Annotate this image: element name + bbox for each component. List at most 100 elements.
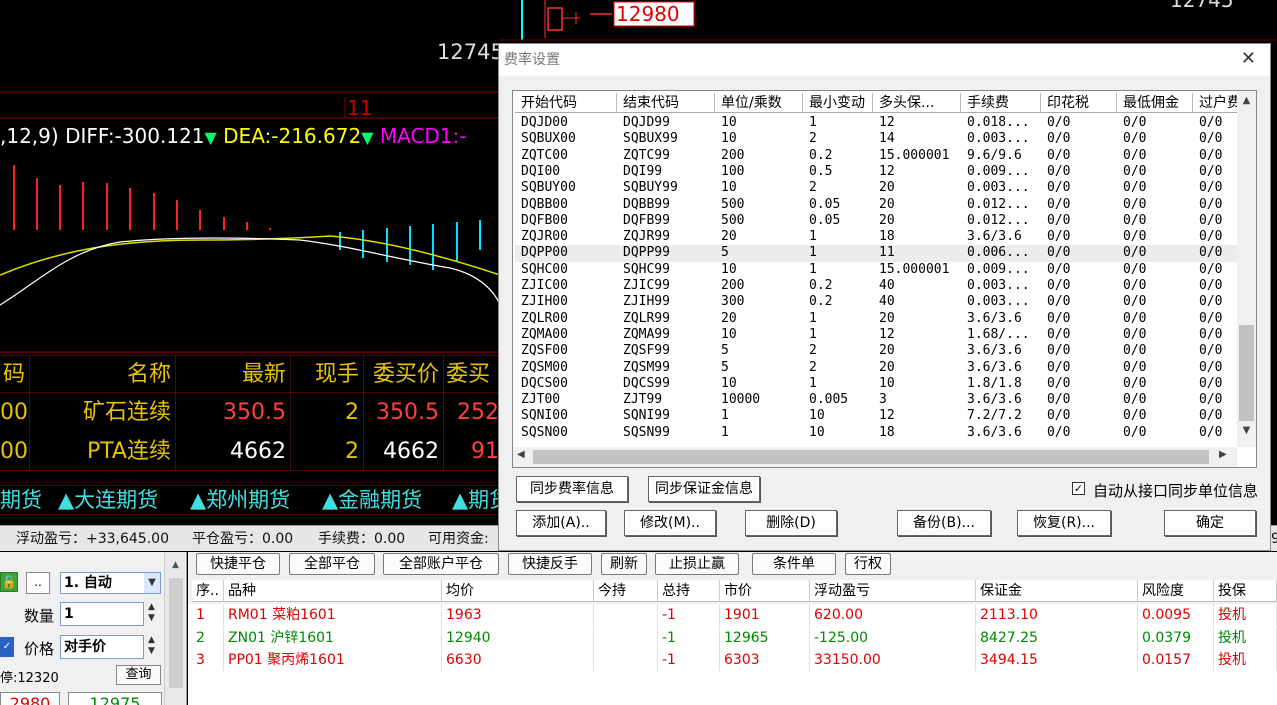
query-button[interactable]: 查询 — [116, 665, 161, 685]
grid-cell: 0/0 — [1123, 359, 1147, 375]
grid-row[interactable]: ZJIH00 ZJIH99 300 0.2 40 0.003... 0/0 0/0 0/0 — [515, 294, 1237, 310]
grid-row[interactable]: SQNI00 SQNI99 1 10 12 7.2/7.2 0/0 0/0 0/0 — [515, 408, 1237, 424]
refresh-button[interactable]: 刷新 — [601, 553, 647, 575]
position-today — [594, 626, 658, 649]
edit-button[interactable]: 修改(M).. — [624, 510, 716, 536]
grid-row[interactable]: ZQJR00 ZQJR99 20 1 18 3.6/3.6 0/0 0/0 0/0 — [515, 229, 1237, 245]
grid-cell: 0.012... — [967, 212, 1030, 228]
qty-input[interactable]: 1 — [60, 602, 144, 626]
exercise-button[interactable]: 行权 — [845, 553, 891, 575]
grid-row[interactable]: ZQTC00 ZQTC99 200 0.2 15.000001 9.6/9.6 0/0 0/0… — [515, 148, 1237, 164]
grid-col-header[interactable]: 结束代码 — [617, 93, 715, 113]
price-stepper[interactable]: ▲ ▼ — [148, 635, 162, 659]
grid-col-header[interactable]: 开始代码 — [515, 93, 617, 113]
restore-button[interactable]: 恢复(R)... — [1017, 510, 1111, 536]
grid-col-header[interactable]: 最低佣金 — [1117, 93, 1193, 113]
col-avg[interactable]: 均价 — [442, 580, 594, 602]
grid-col-header[interactable]: 手续费 — [961, 93, 1041, 113]
grid-row[interactable]: ZJT00 ZJT99 10000 0.005 3 3.6/3.6 0/0 0/0 0/0 — [515, 392, 1237, 408]
scroll-thumb[interactable] — [1239, 325, 1254, 421]
vertical-scrollbar[interactable]: ▲ ▼ — [1237, 91, 1256, 447]
col-index[interactable]: 序.. — [192, 580, 224, 602]
grid-row[interactable]: DQPP00 DQPP99 5 1 11 0.006... 0/0 0/0 0/0 — [515, 245, 1237, 262]
bid-price-button[interactable]: 2980 — [0, 692, 60, 705]
qty-stepper[interactable]: ▲ ▼ — [148, 602, 162, 626]
auto-sync-label[interactable]: 自动从接口同步单位信息 — [1093, 480, 1258, 501]
col-market[interactable]: 市价 — [720, 580, 810, 602]
ok-button[interactable]: 确定 — [1164, 510, 1256, 536]
macd-dea: DEA:-216.672 — [223, 124, 362, 148]
grid-cell: 200 — [721, 147, 745, 163]
grid-col-header[interactable]: 单位/乘数 — [715, 93, 803, 113]
col-total[interactable]: 总持 — [658, 580, 720, 602]
quick-close-button[interactable]: 快捷平仓 — [196, 553, 280, 575]
tab-financial[interactable]: ▲金融期货 — [322, 486, 422, 514]
grid-row[interactable]: ZQMA00 ZQMA99 10 1 12 1.68/... 0/0 0/0 0/0 — [515, 327, 1237, 343]
add-button[interactable]: 添加(A).. — [516, 510, 606, 536]
grid-row[interactable]: DQFB00 DQFB99 500 0.05 20 0.012... 0/0 0/0 0/0 — [515, 213, 1237, 229]
grid-row[interactable]: ZQLR00 ZQLR99 20 1 20 3.6/3.6 0/0 0/0 0/0 — [515, 311, 1237, 327]
sync-margin-button[interactable]: 同步保证金信息 — [648, 476, 760, 502]
lock-icon[interactable]: 🔓 — [0, 572, 18, 592]
panel-scrollbar[interactable]: ▲ — [164, 552, 186, 705]
quote-row[interactable]: 00 矿石连续 350.5 2 350.5 252 — [0, 394, 500, 432]
grid-col-header[interactable]: 过户费 — [1193, 93, 1243, 113]
grid-row[interactable]: SQBUX00 SQBUX99 10 2 14 0.003... 0/0 0/0 0/0 — [515, 131, 1237, 147]
auto-sync-checkbox[interactable]: ✓ — [1072, 482, 1085, 495]
backup-button[interactable]: 备份(B)... — [897, 510, 991, 536]
grid-row[interactable]: SQBUY00 SQBUY99 10 2 20 0.003... 0/0 0/0 0/0 — [515, 180, 1237, 196]
quote-row[interactable]: 00 PTA连续 4662 2 4662 91 — [0, 433, 500, 471]
grid-col-header[interactable]: 最小变动 — [803, 93, 873, 113]
scroll-right-icon[interactable]: ▶ — [1219, 449, 1227, 460]
col-symbol[interactable]: 品种 — [224, 580, 442, 602]
stop-loss-button[interactable]: 止损止赢 — [655, 553, 739, 575]
scroll-up-icon[interactable]: ▲ — [1237, 95, 1256, 106]
quick-reverse-button[interactable]: 快捷反手 — [508, 553, 592, 575]
scroll-thumb[interactable] — [169, 578, 183, 688]
grid-row[interactable]: ZQSF00 ZQSF99 5 2 20 3.6/3.6 0/0 0/0 0/0 — [515, 343, 1237, 359]
position-avg: 12940 — [442, 626, 594, 649]
grid-row[interactable]: ZQSM00 ZQSM99 5 2 20 3.6/3.6 0/0 0/0 0/0 — [515, 360, 1237, 376]
position-total: -1 — [658, 604, 720, 626]
grid-col-header[interactable]: 多头保... — [873, 93, 961, 113]
price-input[interactable]: 对手价 — [60, 635, 144, 659]
grid-cell: 0.003... — [967, 180, 1030, 196]
scroll-up-icon[interactable]: ▲ — [165, 560, 186, 570]
grid-row[interactable]: DQJD00 DQJD99 10 1 12 0.018... 0/0 0/0 0/0 — [515, 115, 1237, 131]
chevron-down-icon: ▼ — [144, 573, 160, 593]
grid-row[interactable]: DQBB00 DQBB99 500 0.05 20 0.012... 0/0 0/0 0/0 — [515, 197, 1237, 213]
col-hedge[interactable]: 投保 — [1214, 580, 1277, 602]
hscroll-thumb[interactable] — [533, 450, 1209, 464]
col-pnl[interactable]: 浮动盈亏 — [810, 580, 976, 602]
tab-zhengzhou[interactable]: ▲郑州期货 — [190, 486, 290, 514]
delete-button[interactable]: 删除(D) — [745, 510, 837, 536]
col-margin[interactable]: 保证金 — [976, 580, 1138, 602]
tab-dalian[interactable]: ▲大连期货 — [58, 486, 158, 514]
grid-cell: 3.6/3.6 — [967, 359, 1022, 375]
mode-select[interactable]: 1. 自动 ▼ — [60, 572, 161, 594]
position-row[interactable]: 1 RM01 菜粕1601 1963 -1 1901 620.00 2113.10 0.009… — [188, 604, 1277, 626]
col-today[interactable]: 今持 — [594, 580, 658, 602]
scroll-left-icon[interactable]: ◀ — [517, 449, 525, 460]
grid-row[interactable]: DQI00 DQI99 100 0.5 12 0.009... 0/0 0/0 0/0 — [515, 164, 1237, 180]
grid-col-header[interactable]: 印花税 — [1041, 93, 1117, 113]
close-all-button[interactable]: 全部平仓 — [289, 553, 375, 575]
conditional-order-button[interactable]: 条件单 — [752, 553, 836, 575]
grid-row[interactable]: SQSN00 SQSN99 1 10 18 3.6/3.6 0/0 0/0 0/0 — [515, 425, 1237, 441]
price-check[interactable]: ✓ — [0, 637, 14, 657]
close-icon[interactable]: ✕ — [1241, 48, 1256, 70]
more-button[interactable]: .. — [26, 572, 50, 594]
grid-row[interactable]: ZJIC00 ZJIC99 200 0.2 40 0.003... 0/0 0/0 0/0 — [515, 278, 1237, 294]
close-all-accounts-button[interactable]: 全部账户平仓 — [383, 553, 499, 575]
sync-rate-button[interactable]: 同步费率信息 — [516, 476, 628, 502]
grid-cell: DQFB99 — [623, 212, 670, 228]
horizontal-scrollbar[interactable]: ◀ ▶ — [513, 447, 1237, 467]
ask-price-button[interactable]: 12975 — [68, 692, 162, 705]
position-row[interactable]: 3 PP01 聚丙烯1601 6630 -1 6303 33150.00 3494.15 0.… — [188, 649, 1277, 671]
scroll-down-icon[interactable]: ▼ — [1237, 425, 1256, 436]
grid-row[interactable]: DQCS00 DQCS99 10 1 10 1.8/1.8 0/0 0/0 0/0 — [515, 376, 1237, 392]
tab-futures[interactable]: 期货 — [0, 486, 42, 514]
grid-row[interactable]: SQHC00 SQHC99 10 1 15.000001 0.009... 0/0 0/0 0/… — [515, 262, 1237, 278]
position-row[interactable]: 2 ZN01 沪锌1601 12940 -1 12965 -125.00 8427.25 0.… — [188, 626, 1277, 649]
col-risk[interactable]: 风险度 — [1138, 580, 1214, 602]
